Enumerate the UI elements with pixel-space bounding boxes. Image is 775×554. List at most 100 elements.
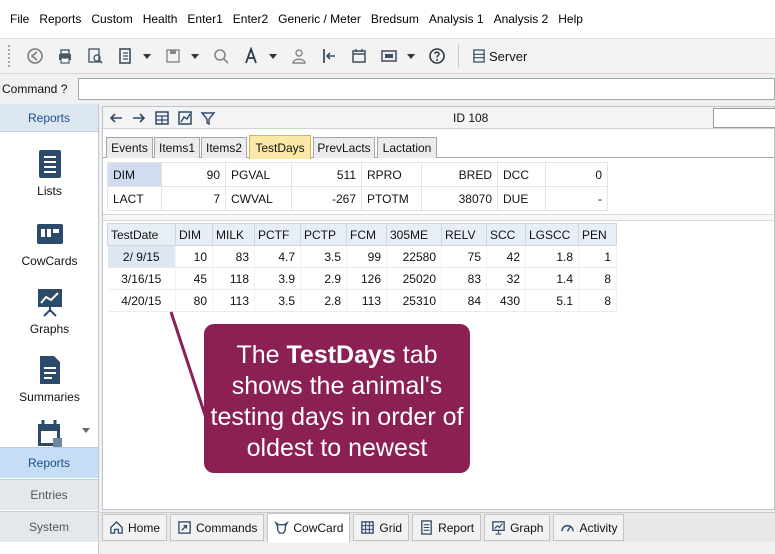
column-header[interactable]: SCC	[486, 223, 526, 246]
save-dropdown-icon[interactable]	[190, 43, 200, 69]
bottom-tab-commands[interactable]: Commands	[170, 514, 265, 541]
callout-text-pre: The	[236, 341, 287, 369]
book-icon[interactable]	[112, 43, 138, 69]
animal-id-input[interactable]	[713, 108, 775, 128]
table-cell: 3/16/15	[107, 267, 176, 290]
book-dropdown-icon[interactable]	[142, 43, 152, 69]
menu-bredsum[interactable]: Bredsum	[366, 12, 424, 26]
bottom-tab-graph[interactable]: Graph	[484, 514, 551, 541]
cowcards-icon	[36, 224, 63, 244]
tab-items1[interactable]: Items1	[154, 137, 200, 158]
menu-enter2[interactable]: Enter2	[228, 12, 273, 26]
info-value: 511	[291, 162, 362, 187]
bottom-tab-label: CowCard	[293, 520, 344, 535]
screen-icon[interactable]	[376, 43, 402, 69]
sidebar-item-summaries[interactable]: Summaries	[0, 354, 99, 404]
column-header[interactable]: DIM	[175, 223, 213, 246]
toolbar: Server	[0, 38, 775, 74]
sidebar-tab-reports[interactable]: Reports	[0, 447, 98, 478]
graph-icon	[492, 521, 505, 535]
screen-dropdown-icon[interactable]	[406, 43, 416, 69]
calendar-icon[interactable]	[346, 43, 372, 69]
splitter[interactable]	[103, 214, 774, 221]
filter-icon[interactable]	[198, 109, 218, 127]
tab-testdays[interactable]: TestDays	[249, 135, 311, 159]
command-input[interactable]	[78, 77, 775, 100]
bottom-tab-home[interactable]: Home	[102, 514, 168, 541]
info-value: -	[545, 186, 608, 211]
print-icon[interactable]	[52, 43, 78, 69]
table-cell: 126	[346, 267, 387, 290]
info-label: DCC	[497, 162, 546, 187]
bottom-tab-label: Commands	[196, 520, 258, 535]
menu-custom[interactable]: Custom	[86, 12, 137, 26]
column-header[interactable]: FCM	[346, 223, 387, 246]
next-arrow-icon[interactable]	[129, 109, 149, 127]
table-cell: 80	[175, 289, 213, 312]
bottom-tab-report[interactable]: Report	[412, 514, 482, 541]
column-header[interactable]: 305ME	[386, 223, 442, 246]
table-row[interactable]: 4/20/15 80 113 3.5 2.8 113 25310 84 430 …	[107, 289, 617, 312]
sidebar-tab-entries[interactable]: Entries	[0, 479, 98, 510]
chart-view-icon[interactable]	[175, 109, 195, 127]
menu-file[interactable]: File	[5, 12, 34, 26]
sidebar-scroll-down-icon[interactable]	[82, 428, 90, 433]
info-label: PTOTM	[361, 186, 422, 211]
column-header[interactable]: PCTF	[254, 223, 301, 246]
sidebar-item-graphs[interactable]: Graphs	[0, 286, 99, 336]
cowcard-navbar: ID 108	[103, 107, 775, 129]
bottom-tab-label: Home	[128, 520, 161, 535]
search-icon[interactable]	[208, 43, 234, 69]
person-icon[interactable]	[286, 43, 312, 69]
back-icon[interactable]	[22, 43, 48, 69]
font-dropdown-icon[interactable]	[268, 43, 278, 69]
column-header[interactable]: PCTP	[300, 223, 347, 246]
bottom-tab-grid[interactable]: Grid	[353, 514, 410, 541]
menu-generic-meter[interactable]: Generic / Meter	[273, 12, 366, 26]
table-view-icon[interactable]	[152, 109, 172, 127]
sidebar-item-cowcards[interactable]: CowCards	[0, 218, 99, 268]
menu-help[interactable]: Help	[553, 12, 588, 26]
print-preview-icon[interactable]	[82, 43, 108, 69]
prev-arrow-icon[interactable]	[106, 109, 126, 127]
column-header[interactable]: TestDate	[107, 223, 176, 246]
commands-icon	[178, 521, 191, 534]
menu-enter1[interactable]: Enter1	[182, 12, 227, 26]
menu-reports[interactable]: Reports	[34, 12, 86, 26]
import-icon[interactable]	[316, 43, 342, 69]
menu-health[interactable]: Health	[138, 12, 183, 26]
annotation-callout: The TestDays tab shows the animal's test…	[204, 324, 470, 473]
tab-events[interactable]: Events	[106, 137, 153, 158]
sidebar-item-calendar[interactable]	[0, 418, 99, 450]
tab-lactation[interactable]: Lactation	[377, 137, 437, 158]
table-cell: 75	[441, 245, 487, 268]
menu-analysis1[interactable]: Analysis 1	[424, 12, 489, 26]
column-header[interactable]: PEN	[578, 223, 617, 246]
table-cell: 8	[578, 267, 617, 290]
sidebar-tab-system[interactable]: System	[0, 511, 98, 542]
table-cell: 4.7	[254, 245, 301, 268]
sidebar-item-lists[interactable]: Lists	[0, 148, 99, 198]
table-row[interactable]: 3/16/15 45 118 3.9 2.9 126 25020 83 32 1…	[107, 267, 617, 290]
toolbar-separator	[458, 44, 459, 68]
info-value: 38070	[421, 186, 498, 211]
table-cell: 118	[212, 267, 255, 290]
animal-id-label: ID 108	[453, 111, 489, 125]
table-row[interactable]: 2/ 9/15 10 83 4.7 3.5 99 22580 75 42 1.8…	[107, 245, 617, 268]
tab-items2[interactable]: Items2	[201, 137, 247, 158]
bottom-tab-cowcard[interactable]: CowCard	[267, 512, 351, 543]
column-header[interactable]: RELV	[441, 223, 487, 246]
bottom-tab-activity[interactable]: Activity	[553, 514, 625, 541]
column-header[interactable]: LGSCC	[525, 223, 579, 246]
tab-prevlacts[interactable]: PrevLacts	[313, 137, 375, 158]
table-cell: 2.9	[300, 267, 347, 290]
server-button[interactable]: Server	[467, 43, 533, 69]
testdays-header-row: TestDate DIM MILK PCTF PCTP FCM 305ME RE…	[107, 223, 617, 246]
menu-analysis2[interactable]: Analysis 2	[489, 12, 554, 26]
help-icon[interactable]	[424, 43, 450, 69]
info-value: BRED	[421, 162, 498, 187]
column-header[interactable]: MILK	[212, 223, 255, 246]
sidebar-item-label: Summaries	[19, 390, 80, 404]
font-icon[interactable]	[238, 43, 264, 69]
save-icon[interactable]	[160, 43, 186, 69]
